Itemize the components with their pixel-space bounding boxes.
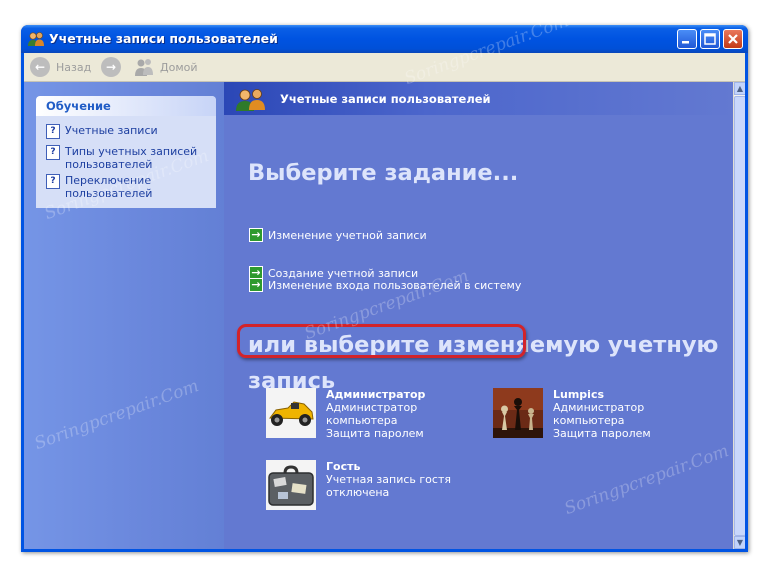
title-bar[interactable]: Учетные записи пользователей <box>21 25 748 53</box>
sidebar-link-account-types[interactable]: ? Типы учетных записей пользователей <box>46 145 204 171</box>
sidebar-link-label: Типы учетных записей пользователей <box>65 145 198 171</box>
window-content: Обучение ? Учетные записи ? Типы учетных… <box>24 82 745 549</box>
scroll-down-button[interactable]: ▼ <box>734 536 745 549</box>
green-arrow-icon: → <box>249 228 263 242</box>
maximize-button[interactable] <box>700 29 720 49</box>
close-icon <box>728 34 738 44</box>
home-label: Домой <box>160 60 198 74</box>
sidebar-link-accounts[interactable]: ? Учетные записи <box>46 124 158 139</box>
chess-picture <box>493 388 543 438</box>
account-text: Гость Учетная запись гостя отключена <box>326 460 451 510</box>
minimize-icon <box>682 41 689 44</box>
window-title: Учетные записи пользователей <box>49 31 278 46</box>
account-protection: Защита паролем <box>326 427 424 440</box>
account-type: Учетная запись гостя <box>326 473 451 486</box>
account-administrator[interactable]: Администратор Администратор компьютера З… <box>266 388 425 440</box>
account-text: Lumpics Администратор компьютера Защита … <box>553 388 651 440</box>
task-change-logon[interactable]: → Изменение входа пользователей в систем… <box>249 278 521 292</box>
main-header-title: Учетные записи пользователей <box>280 92 491 106</box>
suitcase-picture <box>266 460 316 510</box>
forward-button[interactable]: → <box>101 57 121 77</box>
help-icon: ? <box>46 174 60 189</box>
race-car-picture <box>266 388 316 438</box>
main-header: Учетные записи пользователей <box>224 82 733 115</box>
highlight-frame <box>237 324 526 358</box>
back-arrow-icon: ← <box>30 57 50 77</box>
account-type-2: компьютера <box>326 414 398 427</box>
account-text: Администратор Администратор компьютера З… <box>326 388 425 440</box>
navigation-toolbar: ← Назад → Домой <box>24 53 745 82</box>
account-type-2: компьютера <box>553 414 625 427</box>
back-label: Назад <box>56 60 92 74</box>
task-label: Изменение входа пользователей в систему <box>268 278 522 292</box>
user-accounts-window: Учетные записи пользователей ← Назад → Д… <box>21 25 748 552</box>
home-button[interactable]: Домой <box>133 57 198 77</box>
users-icon <box>236 89 265 111</box>
learn-about-header[interactable]: Обучение <box>36 96 216 116</box>
scroll-thumb[interactable] <box>734 96 745 536</box>
account-name: Lumpics <box>553 388 605 401</box>
sidebar-link-label: Переключение пользователей <box>65 174 153 200</box>
account-guest[interactable]: Гость Учетная запись гостя отключена <box>266 460 451 510</box>
main-pane: Учетные записи пользователей Выберите за… <box>224 82 733 549</box>
sidebar-link-label: Учетные записи <box>65 124 158 137</box>
account-protection: Защита паролем <box>553 427 651 440</box>
pick-task-heading: Выберите задание... <box>248 160 519 186</box>
sidebar-link-switch-users[interactable]: ? Переключение пользователей <box>46 174 186 200</box>
back-button[interactable]: ← Назад <box>30 57 91 77</box>
account-lumpics[interactable]: Lumpics Администратор компьютера Защита … <box>493 388 651 440</box>
account-name: Администратор <box>326 388 426 401</box>
account-type: Администратор <box>326 401 418 414</box>
help-icon: ? <box>46 145 60 160</box>
vertical-scrollbar[interactable]: ▲ ▼ <box>733 82 745 549</box>
task-label: Изменение учетной записи <box>268 228 427 242</box>
task-change-account[interactable]: → Изменение учетной записи <box>249 228 427 242</box>
green-arrow-icon: → <box>249 278 263 292</box>
learn-about-body: ? Учетные записи ? Типы учетных записей … <box>36 116 216 208</box>
account-name: Гость <box>326 460 361 473</box>
maximize-icon <box>704 33 716 45</box>
forward-arrow-icon: → <box>101 57 121 77</box>
account-type: Администратор <box>553 401 645 414</box>
home-users-icon <box>135 59 153 76</box>
users-icon <box>28 32 44 46</box>
learn-about-panel: Обучение ? Учетные записи ? Типы учетных… <box>36 96 216 208</box>
account-status: отключена <box>326 486 390 499</box>
close-button[interactable] <box>723 29 743 49</box>
minimize-button[interactable] <box>677 29 697 49</box>
scroll-up-button[interactable]: ▲ <box>734 82 745 95</box>
left-task-pane: Обучение ? Учетные записи ? Типы учетных… <box>24 82 224 549</box>
help-icon: ? <box>46 124 60 139</box>
learn-about-title: Обучение <box>46 99 111 113</box>
